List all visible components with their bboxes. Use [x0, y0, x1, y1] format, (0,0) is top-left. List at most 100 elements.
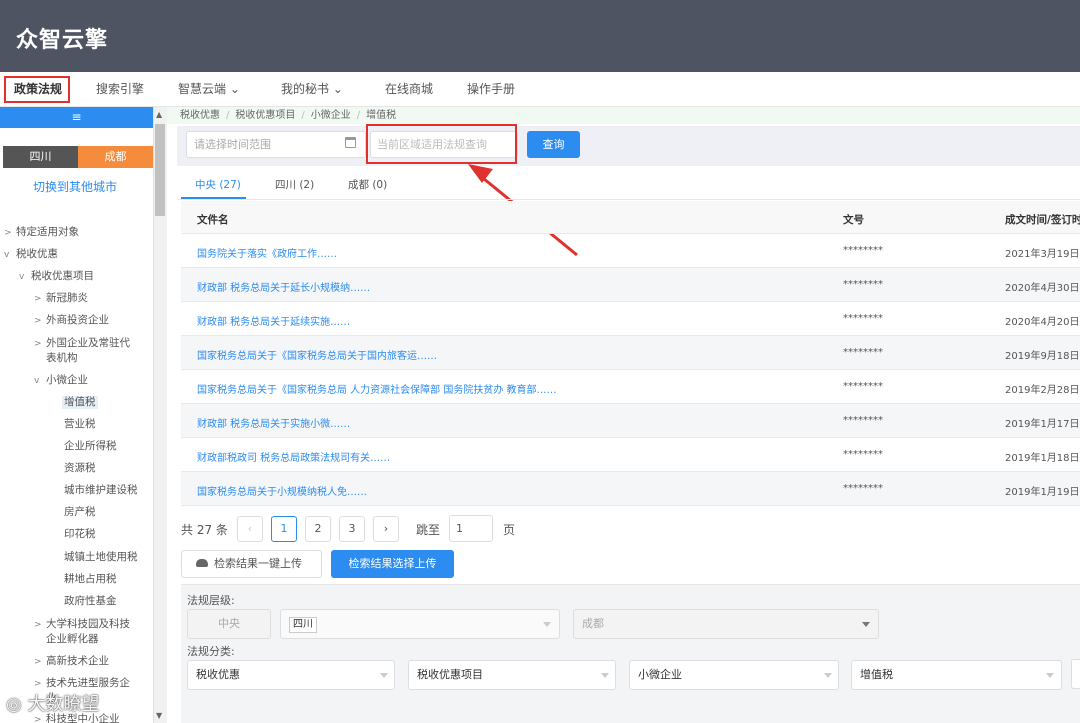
- table-row[interactable]: 财政部 税务总局关于实施小微…… ******** 2019年1月17日: [181, 404, 1080, 438]
- scroll-down-icon[interactable]: ▼: [156, 711, 162, 720]
- tab-central[interactable]: 中央 (27): [195, 177, 241, 192]
- tab-active-indicator: [181, 197, 246, 199]
- tree-item-business-tax[interactable]: 营业税: [64, 418, 96, 431]
- table-row[interactable]: 国家税务总局关于《国家税务总局关于国内旅客运…… ******** 2019年9月1…: [181, 336, 1080, 370]
- filter-panel: 法规层级: 中央 四川 成都 法规分类: 税收优惠 税收优惠项目 小微企业 增值…: [181, 584, 1080, 723]
- row-doc-number: ********: [843, 347, 883, 358]
- table-row[interactable]: 国家税务总局关于《国家税务总局 人力资源社会保障部 国务院扶贫办 教育部…… **…: [181, 370, 1080, 404]
- nav-search-engine[interactable]: 搜索引擎: [96, 72, 144, 107]
- tree-item-property-tax[interactable]: 房产税: [64, 506, 96, 519]
- tree-item-science-park[interactable]: > 大学科技园及科技: [34, 618, 130, 632]
- province-tag[interactable]: 四川: [289, 617, 317, 633]
- tree-item-high-tech[interactable]: > 高新技术企业: [34, 655, 109, 669]
- calendar-icon[interactable]: [345, 137, 356, 148]
- switch-city-link[interactable]: 切换到其他城市: [0, 178, 150, 195]
- chevron-right-icon: >: [34, 316, 42, 326]
- prev-page-button[interactable]: ‹: [237, 516, 263, 542]
- tree-item-advanced-service[interactable]: > 技术先进型服务企: [34, 677, 130, 691]
- page-1-button[interactable]: 1: [271, 516, 297, 542]
- nav-my-secretary[interactable]: 我的秘书 ⌄: [281, 72, 343, 107]
- sidebar-scrollbar-thumb[interactable]: [155, 124, 165, 216]
- tree-item-vat-selected[interactable]: 增值税: [62, 396, 98, 409]
- row-date: 2019年9月18日: [1005, 351, 1080, 362]
- date-range-input[interactable]: 请选择时间范围: [186, 131, 366, 158]
- row-date: 2019年2月28日: [1005, 385, 1080, 396]
- tree-item-foreign-enterprises-line2[interactable]: 表机构: [46, 352, 78, 365]
- category-select-5-partial[interactable]: [1071, 659, 1080, 689]
- category-select-3[interactable]: 小微企业: [629, 660, 839, 690]
- cloud-upload-icon: [196, 559, 208, 567]
- nav-online-mall[interactable]: 在线商城: [385, 72, 433, 107]
- tree-item-specific-targets[interactable]: > 特定适用对象: [4, 226, 79, 240]
- breadcrumb-item[interactable]: 税收优惠: [180, 110, 220, 121]
- chevron-down-icon: ⌄: [332, 82, 343, 96]
- column-header-number[interactable]: 文号: [843, 212, 864, 227]
- row-file-name[interactable]: 国家税务总局关于小规模纳税人免……: [197, 483, 367, 498]
- column-header-date[interactable]: 成文时间/签订时: [1005, 212, 1080, 227]
- table-row[interactable]: 财政部 税务总局关于延长小规模纳…… ******** 2020年4月30日: [181, 268, 1080, 302]
- page-3-button[interactable]: 3: [339, 516, 365, 542]
- tree-item-land-use-tax[interactable]: 城镇土地使用税: [64, 551, 138, 564]
- row-file-name[interactable]: 财政部 税务总局关于延续实施……: [197, 313, 350, 328]
- breadcrumb-item[interactable]: 税收优惠项目: [235, 110, 295, 121]
- category-select-4[interactable]: 增值税: [851, 660, 1062, 690]
- breadcrumb-item[interactable]: 增值税: [366, 110, 396, 121]
- tree-item-small-micro[interactable]: v 小微企业: [34, 374, 88, 388]
- scroll-up-icon[interactable]: ▲: [156, 110, 162, 119]
- tree-label: 外商投资企业: [46, 314, 109, 326]
- chevron-down-icon: [862, 622, 870, 627]
- tab-sichuan[interactable]: 四川 (2): [275, 177, 314, 192]
- app-logo[interactable]: 众智云擎: [16, 22, 108, 54]
- nav-smart-cloud[interactable]: 智慧云端 ⌄: [178, 72, 240, 107]
- row-file-name[interactable]: 财政部 税务总局关于延长小规模纳……: [197, 279, 370, 294]
- tree-item-foreign-enterprises[interactable]: > 外国企业及常驻代: [34, 337, 130, 351]
- select-upload-button[interactable]: 检索结果选择上传: [331, 550, 454, 578]
- nav-policy[interactable]: 政策法规: [14, 72, 62, 107]
- nav-smart-cloud-label: 智慧云端: [178, 82, 227, 96]
- tree-item-farmland-tax[interactable]: 耕地占用税: [64, 573, 117, 586]
- tree-item-corporate-income-tax[interactable]: 企业所得税: [64, 440, 117, 453]
- row-file-name[interactable]: 财政部税政司 税务总局政策法规司有关……: [197, 449, 390, 464]
- tree-item-tax-incentive-projects[interactable]: v 税收优惠项目: [19, 270, 94, 284]
- jump-page-input[interactable]: 1: [449, 515, 493, 542]
- category-select-2[interactable]: 税收优惠项目: [408, 660, 616, 690]
- tree-item-urban-maintenance-tax[interactable]: 城市维护建设税: [64, 484, 138, 497]
- sidebar-menu-toggle[interactable]: ≡: [0, 107, 153, 128]
- jump-label: 跳至: [416, 523, 441, 537]
- nav-manual[interactable]: 操作手册: [467, 72, 515, 107]
- tab-chengdu[interactable]: 成都 (0): [348, 177, 387, 192]
- level-central-button[interactable]: 中央: [187, 609, 271, 639]
- tree-item-foreign-investment[interactable]: > 外商投资企业: [34, 314, 109, 328]
- tree-item-stamp-tax[interactable]: 印花税: [64, 528, 96, 541]
- tree-item-covid[interactable]: > 新冠肺炎: [34, 292, 88, 306]
- table-row[interactable]: 财政部税政司 税务总局政策法规司有关…… ******** 2019年1月18日: [181, 438, 1080, 472]
- tree-item-tax-incentives[interactable]: v 税收优惠: [4, 248, 58, 262]
- table-row[interactable]: 财政部 税务总局关于延续实施…… ******** 2020年4月20日: [181, 302, 1080, 336]
- city-current-button[interactable]: 成都: [78, 146, 153, 168]
- row-file-name[interactable]: 财政部 税务总局关于实施小微……: [197, 415, 350, 430]
- row-date: 2020年4月20日: [1005, 317, 1080, 328]
- table-row[interactable]: 国家税务总局关于小规模纳税人免…… ******** 2019年1月19日: [181, 472, 1080, 506]
- chevron-down-icon: ⌄: [229, 82, 240, 96]
- page-2-button[interactable]: 2: [305, 516, 331, 542]
- level-city-select[interactable]: 成都: [573, 609, 879, 639]
- table-header: 文件名 文号 成文时间/签订时: [181, 201, 1080, 234]
- column-header-name[interactable]: 文件名: [197, 212, 229, 227]
- row-file-name[interactable]: 国家税务总局关于《国家税务总局 人力资源社会保障部 国务院扶贫办 教育部……: [197, 381, 557, 396]
- level-province-select[interactable]: 四川: [280, 609, 560, 639]
- next-page-button[interactable]: ›: [373, 516, 399, 542]
- row-file-name[interactable]: 国务院关于落实《政府工作……: [197, 245, 337, 260]
- category-select-1[interactable]: 税收优惠: [187, 660, 395, 690]
- tree-item-government-funds[interactable]: 政府性基金: [64, 595, 117, 608]
- table-row[interactable]: 国务院关于落实《政府工作…… ******** 2021年3月19日: [181, 234, 1080, 268]
- chevron-right-icon: >: [34, 620, 42, 630]
- category-value: 增值税: [860, 668, 893, 681]
- tree-item-science-park-line2[interactable]: 企业孵化器: [46, 633, 99, 646]
- tree-label: 大学科技园及科技: [46, 618, 130, 630]
- city-province-button[interactable]: 四川: [3, 146, 78, 168]
- breadcrumb-item[interactable]: 小微企业: [311, 110, 351, 121]
- row-doc-number: ********: [843, 245, 883, 256]
- page-unit-label: 页: [503, 523, 516, 537]
- tree-item-resource-tax[interactable]: 资源税: [64, 462, 96, 475]
- row-file-name[interactable]: 国家税务总局关于《国家税务总局关于国内旅客运……: [197, 347, 437, 362]
